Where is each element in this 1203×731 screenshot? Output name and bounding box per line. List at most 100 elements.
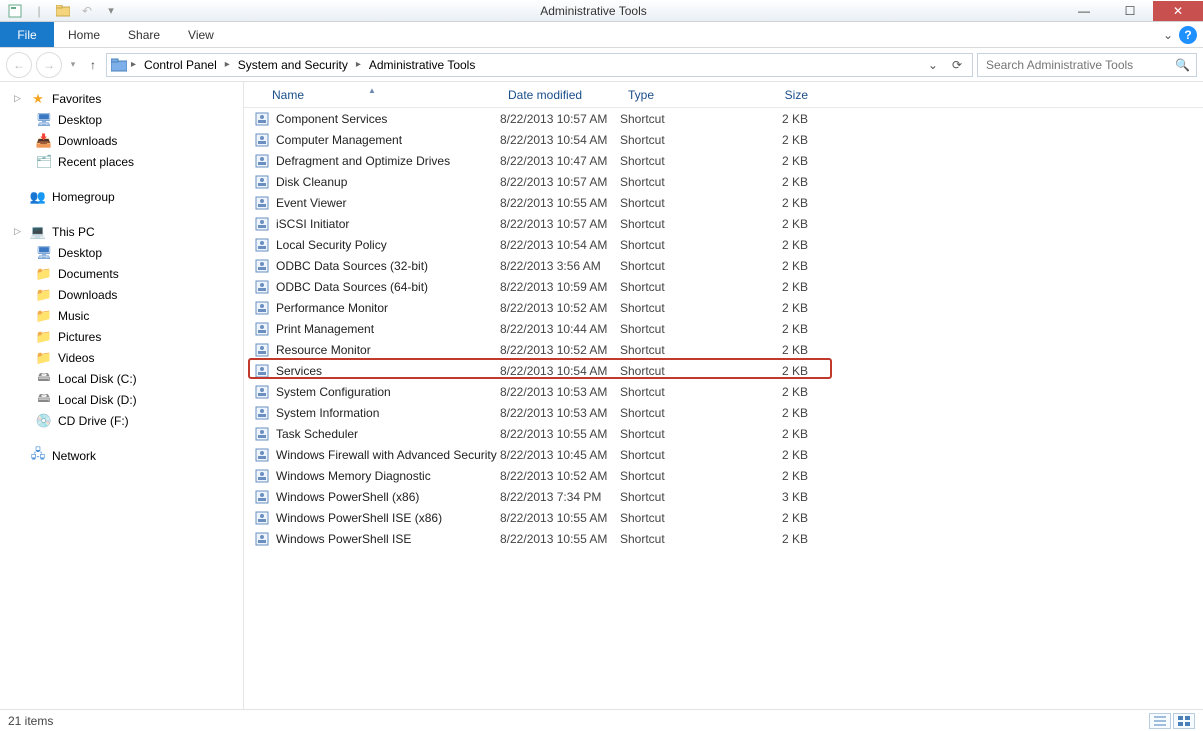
sidebar-item-videos[interactable]: 📁Videos — [0, 347, 243, 368]
file-row[interactable]: Performance Monitor8/22/2013 10:52 AMSho… — [244, 297, 1203, 318]
back-button[interactable]: ← — [6, 52, 32, 78]
ribbon-expand-icon[interactable]: ⌄ — [1157, 22, 1179, 47]
recent-locations-icon[interactable]: ▾ — [66, 52, 80, 78]
cd-icon: 💿 — [36, 413, 52, 429]
file-size: 2 KB — [740, 406, 820, 420]
folder-icon: 📁 — [36, 266, 52, 282]
undo-icon[interactable]: ↶ — [76, 2, 98, 20]
file-row[interactable]: Event Viewer8/22/2013 10:55 AMShortcut2 … — [244, 192, 1203, 213]
tab-share[interactable]: Share — [114, 22, 174, 47]
file-row[interactable]: System Information8/22/2013 10:53 AMShor… — [244, 402, 1203, 423]
search-input[interactable] — [984, 57, 1175, 73]
file-row[interactable]: Windows PowerShell (x86)8/22/2013 7:34 P… — [244, 486, 1203, 507]
file-row[interactable]: System Configuration8/22/2013 10:53 AMSh… — [244, 381, 1203, 402]
address-dropdown-icon[interactable]: ⌄ — [922, 58, 944, 72]
file-type: Shortcut — [620, 238, 740, 252]
chevron-right-icon[interactable]: ▸ — [354, 59, 363, 70]
minimize-button[interactable]: — — [1061, 1, 1107, 21]
forward-button[interactable]: → — [36, 52, 62, 78]
file-row[interactable]: Windows Firewall with Advanced Security8… — [244, 444, 1203, 465]
collapse-icon[interactable]: ▷ — [14, 226, 24, 237]
details-view-button[interactable] — [1149, 713, 1171, 729]
file-date: 8/22/2013 7:34 PM — [500, 490, 620, 504]
star-icon: ★ — [30, 91, 46, 107]
file-type: Shortcut — [620, 280, 740, 294]
search-box[interactable]: 🔍 — [977, 53, 1197, 77]
file-row[interactable]: Component Services8/22/2013 10:57 AMShor… — [244, 108, 1203, 129]
sidebar-item-desktop[interactable]: 🖥Desktop — [0, 109, 243, 130]
sidebar-item-downloads[interactable]: 📁Downloads — [0, 284, 243, 305]
sidebar-item-cd-drive[interactable]: 💿CD Drive (F:) — [0, 410, 243, 431]
sidebar-item-disk-d[interactable]: 🖴Local Disk (D:) — [0, 389, 243, 410]
file-date: 8/22/2013 10:57 AM — [500, 112, 620, 126]
sidebar-item-disk-c[interactable]: 🖴Local Disk (C:) — [0, 368, 243, 389]
tab-view[interactable]: View — [174, 22, 228, 47]
shortcut-icon — [254, 237, 270, 253]
up-button[interactable]: ↑ — [84, 58, 102, 72]
column-name[interactable]: Name▲ — [244, 88, 500, 102]
downloads-icon: 📥 — [36, 133, 52, 149]
file-row[interactable]: Resource Monitor8/22/2013 10:52 AMShortc… — [244, 339, 1203, 360]
file-name: iSCSI Initiator — [276, 217, 349, 231]
crumb-system-security[interactable]: System and Security — [234, 56, 352, 74]
qat-dropdown-icon[interactable]: ▾ — [100, 2, 122, 20]
refresh-icon[interactable]: ⟳ — [946, 58, 968, 72]
sidebar-label: Homegroup — [52, 190, 115, 204]
file-type: Shortcut — [620, 406, 740, 420]
column-size[interactable]: Size — [740, 88, 820, 102]
crumb-admin-tools[interactable]: Administrative Tools — [365, 56, 480, 74]
close-button[interactable]: ✕ — [1153, 1, 1203, 21]
file-row[interactable]: ODBC Data Sources (32-bit)8/22/2013 3:56… — [244, 255, 1203, 276]
crumb-control-panel[interactable]: Control Panel — [140, 56, 221, 74]
file-row[interactable]: Disk Cleanup8/22/2013 10:57 AMShortcut2 … — [244, 171, 1203, 192]
tab-home[interactable]: Home — [54, 22, 114, 47]
sidebar-homegroup[interactable]: 👥 Homegroup — [0, 186, 243, 207]
file-name: System Information — [276, 406, 379, 420]
sidebar-favorites[interactable]: ▷ ★ Favorites — [0, 88, 243, 109]
file-type: Shortcut — [620, 490, 740, 504]
sidebar-item-pictures[interactable]: 📁Pictures — [0, 326, 243, 347]
sidebar-item-music[interactable]: 📁Music — [0, 305, 243, 326]
file-row[interactable]: Services8/22/2013 10:54 AMShortcut2 KB — [244, 360, 1203, 381]
sidebar-item-recent[interactable]: 🗂Recent places — [0, 151, 243, 172]
file-row[interactable]: ODBC Data Sources (64-bit)8/22/2013 10:5… — [244, 276, 1203, 297]
file-type: Shortcut — [620, 112, 740, 126]
column-date[interactable]: Date modified — [500, 88, 620, 102]
chevron-right-icon[interactable]: ▸ — [129, 59, 138, 70]
file-row[interactable]: Print Management8/22/2013 10:44 AMShortc… — [244, 318, 1203, 339]
column-type[interactable]: Type — [620, 88, 740, 102]
file-row[interactable]: Defragment and Optimize Drives8/22/2013 … — [244, 150, 1203, 171]
search-icon[interactable]: 🔍 — [1175, 58, 1190, 72]
file-row[interactable]: Windows PowerShell ISE8/22/2013 10:55 AM… — [244, 528, 1203, 549]
help-icon[interactable]: ? — [1179, 26, 1197, 44]
file-row[interactable]: Windows Memory Diagnostic8/22/2013 10:52… — [244, 465, 1203, 486]
new-folder-icon[interactable] — [52, 2, 74, 20]
sidebar-item-downloads[interactable]: 📥Downloads — [0, 130, 243, 151]
file-tab[interactable]: File — [0, 22, 54, 47]
shortcut-icon — [254, 216, 270, 232]
address-bar[interactable]: ▸ Control Panel ▸ System and Security ▸ … — [106, 53, 973, 77]
file-type: Shortcut — [620, 259, 740, 273]
shortcut-icon — [254, 195, 270, 211]
chevron-right-icon[interactable]: ▸ — [223, 59, 232, 70]
sidebar-thispc[interactable]: ▷ 💻 This PC — [0, 221, 243, 242]
ribbon: File Home Share View ⌄ ? — [0, 22, 1203, 48]
sidebar-network[interactable]: 🖧 Network — [0, 445, 243, 466]
large-icons-view-button[interactable] — [1173, 713, 1195, 729]
sidebar-item-desktop[interactable]: 🖥Desktop — [0, 242, 243, 263]
collapse-icon[interactable]: ▷ — [14, 93, 24, 104]
file-row[interactable]: Local Security Policy8/22/2013 10:54 AMS… — [244, 234, 1203, 255]
file-size: 2 KB — [740, 448, 820, 462]
properties-icon[interactable] — [4, 2, 26, 20]
shortcut-icon — [254, 489, 270, 505]
file-list-pane: Name▲ Date modified Type Size Component … — [244, 82, 1203, 709]
maximize-button[interactable]: ☐ — [1107, 1, 1153, 21]
pc-icon: 💻 — [30, 224, 46, 240]
file-row[interactable]: Computer Management8/22/2013 10:54 AMSho… — [244, 129, 1203, 150]
file-row[interactable]: Windows PowerShell ISE (x86)8/22/2013 10… — [244, 507, 1203, 528]
file-date: 8/22/2013 10:52 AM — [500, 469, 620, 483]
file-row[interactable]: iSCSI Initiator8/22/2013 10:57 AMShortcu… — [244, 213, 1203, 234]
file-row[interactable]: Task Scheduler8/22/2013 10:55 AMShortcut… — [244, 423, 1203, 444]
sidebar-item-documents[interactable]: 📁Documents — [0, 263, 243, 284]
item-count: 21 items — [8, 714, 53, 728]
